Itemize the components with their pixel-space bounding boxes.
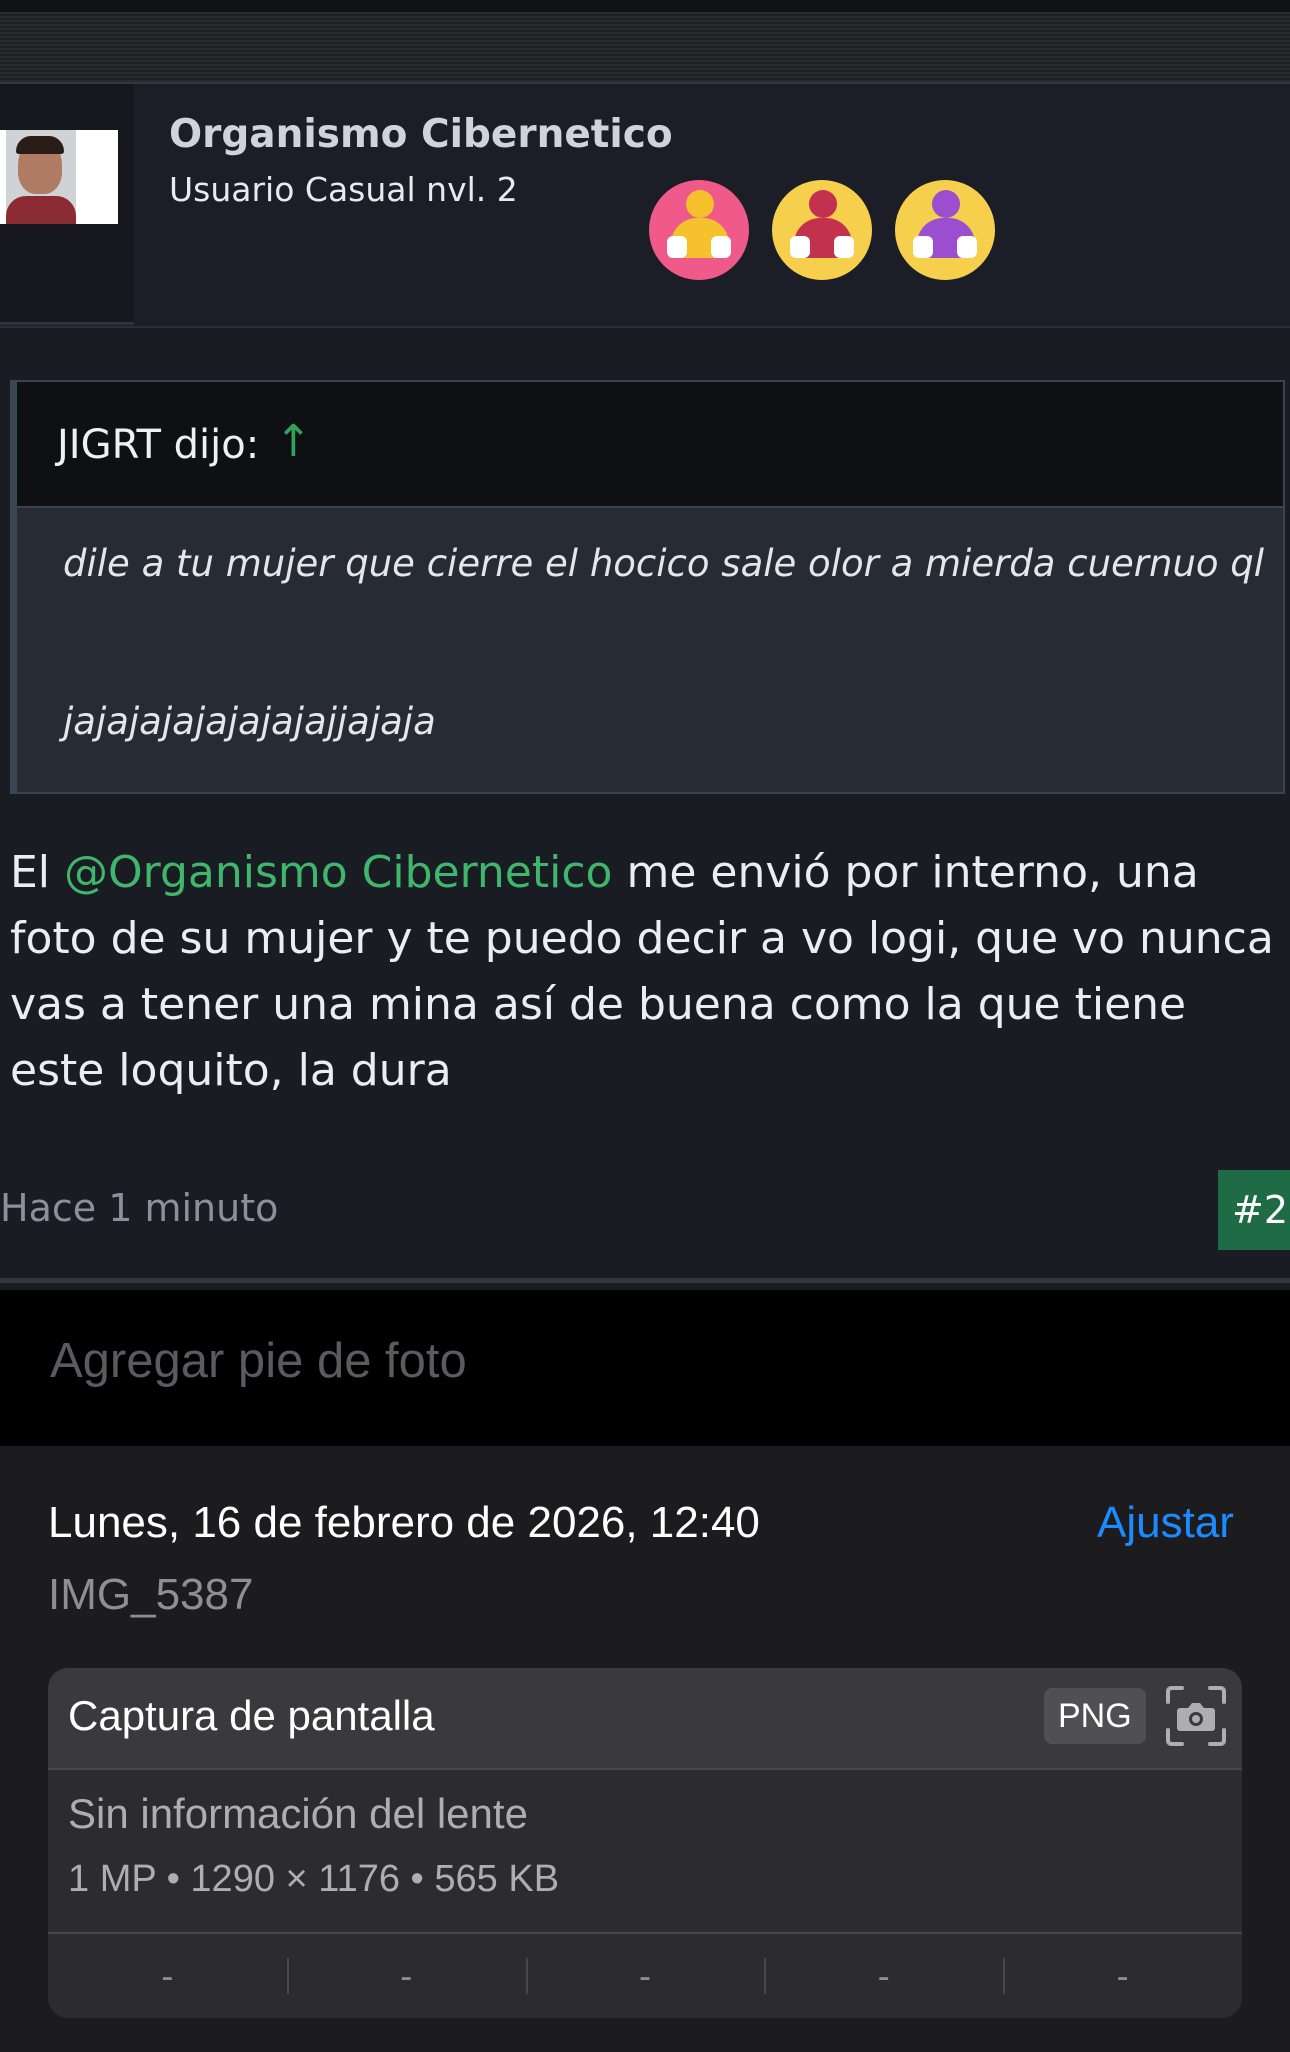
- post-body: El @Organismo Cibernetico me envió por i…: [10, 840, 1280, 1104]
- exif-row: - - - - -: [48, 1934, 1242, 2018]
- post-timestamp: Hace 1 minuto: [0, 1186, 279, 1230]
- metadata-card: Captura de pantalla PNG Sin información …: [48, 1668, 1242, 2018]
- screenshot-camera-icon: [1166, 1686, 1226, 1746]
- user-badge-icon: [895, 180, 995, 280]
- forum-top-bar: [0, 0, 1290, 84]
- post-number-badge[interactable]: #26: [1218, 1170, 1290, 1250]
- post-body-text: El: [10, 847, 65, 898]
- exif-aperture: -: [764, 1934, 1003, 2018]
- photo-info-panel: Lunes, 16 de febrero de 2026, 12:40 Ajus…: [0, 1446, 1290, 2052]
- lens-info: Sin información del lente: [68, 1790, 528, 1837]
- screenshot-preview: Organismo Cibernetico Usuario Casual nvl…: [0, 0, 1290, 1290]
- photo-filename: IMG_5387: [48, 1570, 254, 1619]
- caption-bar: [0, 1290, 1290, 1446]
- exif-exposure-value: -: [525, 1934, 765, 2018]
- exif-shutter-speed: -: [1003, 1934, 1242, 2018]
- format-badge: PNG: [1044, 1688, 1146, 1744]
- image-specs: 1 MP • 1290 × 1176 • 565 KB: [68, 1858, 560, 1900]
- quote-block: JIGRT dijo: ↑ dile a tu mujer que cierre…: [10, 380, 1285, 794]
- capture-type-label: Captura de pantalla: [68, 1692, 435, 1739]
- user-badge-icon: [649, 180, 749, 280]
- post-header: Organismo Cibernetico Usuario Casual nvl…: [0, 84, 1290, 328]
- post-user-name[interactable]: Organismo Cibernetico: [169, 112, 673, 157]
- post-user-rank: Usuario Casual nvl. 2: [169, 170, 518, 209]
- avatar[interactable]: [0, 130, 118, 224]
- user-badge-icon: [772, 180, 872, 280]
- jump-to-quote-icon[interactable]: ↑: [275, 416, 312, 467]
- quote-author: JIGRT dijo:: [57, 422, 260, 468]
- quote-text: dile a tu mujer que cierre el hocico sal…: [63, 542, 1265, 585]
- exif-iso: -: [161, 1955, 174, 1996]
- photo-date: Lunes, 16 de febrero de 2026, 12:40: [48, 1498, 760, 1547]
- metadata-card-header: Captura de pantalla PNG: [48, 1668, 1242, 1770]
- quote-header: JIGRT dijo: ↑: [17, 382, 1283, 508]
- exif-focal-length: -: [286, 1934, 526, 2018]
- quote-text: jajajajajajajajajjajaja: [63, 700, 436, 743]
- mention-link[interactable]: @Organismo Cibernetico: [64, 847, 612, 898]
- adjust-button[interactable]: Ajustar: [1097, 1498, 1234, 1548]
- caption-input[interactable]: [48, 1330, 1232, 1392]
- avatar-column: [0, 84, 134, 325]
